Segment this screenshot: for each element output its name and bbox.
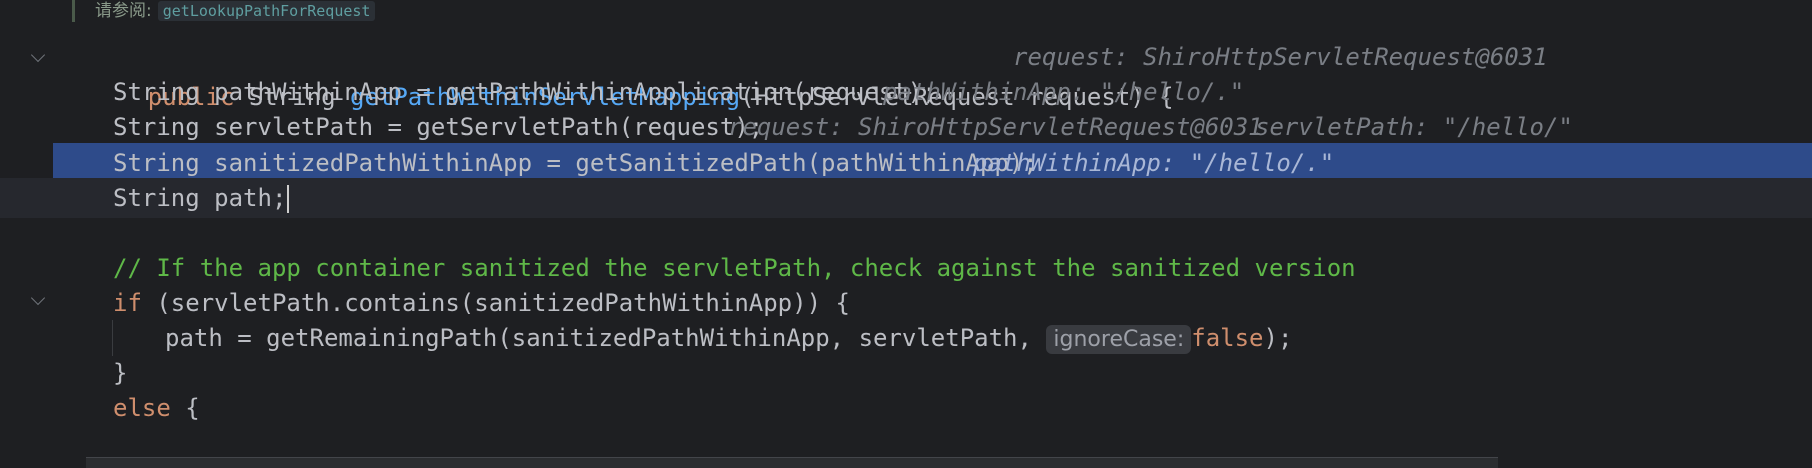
code-line-10[interactable]: } [0, 353, 1812, 393]
debug-inline-value: pathWithinApp: "/hello/." [973, 149, 1335, 177]
code-line-5-current[interactable]: String path; [0, 178, 1812, 218]
debug-inline-value: servletPath: "/hello/" [1255, 113, 1573, 141]
doc-comment-bar [72, 0, 75, 22]
keyword: else [113, 394, 171, 422]
code-text: String path; [113, 184, 287, 212]
code-text: (servletPath.contains(sanitizedPathWithi… [141, 289, 850, 317]
debug-inline-value: request: ShiroHttpServletRequest@6031 [728, 113, 1263, 141]
popup-panel-edge[interactable] [86, 457, 1498, 468]
code-text: path = getRemainingPath(sanitizedPathWit… [165, 324, 1047, 352]
code-text: } [113, 359, 128, 387]
code-line-11[interactable]: else { [0, 388, 1812, 428]
text-caret [287, 185, 290, 213]
code-line-4-execution-point[interactable]: String sanitizedPathWithinApp = getSanit… [53, 143, 1812, 183]
code-line-9[interactable]: path = getRemainingPath(sanitizedPathWit… [0, 318, 1812, 358]
code-line-1[interactable]: public String getPathWithinServletMappin… [0, 37, 1812, 111]
code-line-7[interactable]: // If the app container sanitized the se… [0, 248, 1812, 288]
code-comment: // If the app container sanitized the se… [113, 254, 1356, 282]
code-text: { [170, 394, 200, 422]
code-line-8[interactable]: if (servletPath.contains(sanitizedPathWi… [0, 283, 1812, 323]
doc-see-link[interactable]: getLookupPathForRequest [157, 1, 376, 21]
code-text: ); [1263, 324, 1293, 352]
code-editor[interactable]: 请参阅: getLookupPathForRequest public Stri… [0, 0, 1812, 468]
doc-see-label: 请参阅: [95, 1, 152, 21]
code-line-3[interactable]: String servletPath = getServletPath(requ… [0, 107, 1812, 147]
keyword: if [113, 289, 142, 317]
code-line-2[interactable]: String pathWithinApp = getPathWithinAppl… [0, 72, 1812, 112]
code-text: String pathWithinApp = getPathWithinAppl… [113, 78, 937, 106]
debug-inline-value: pathWithinApp: "/hello/." [883, 78, 1245, 106]
rendered-doc-comment: 请参阅: getLookupPathForRequest [95, 0, 376, 22]
code-text: String servletPath = getServletPath(requ… [113, 113, 764, 141]
debug-inline-value: request: ShiroHttpServletRequest@6031 [1013, 43, 1548, 71]
code-text: String sanitizedPathWithinApp = getSanit… [113, 149, 1038, 177]
parameter-hint: ignoreCase: [1046, 325, 1192, 354]
keyword: false [1191, 324, 1264, 352]
